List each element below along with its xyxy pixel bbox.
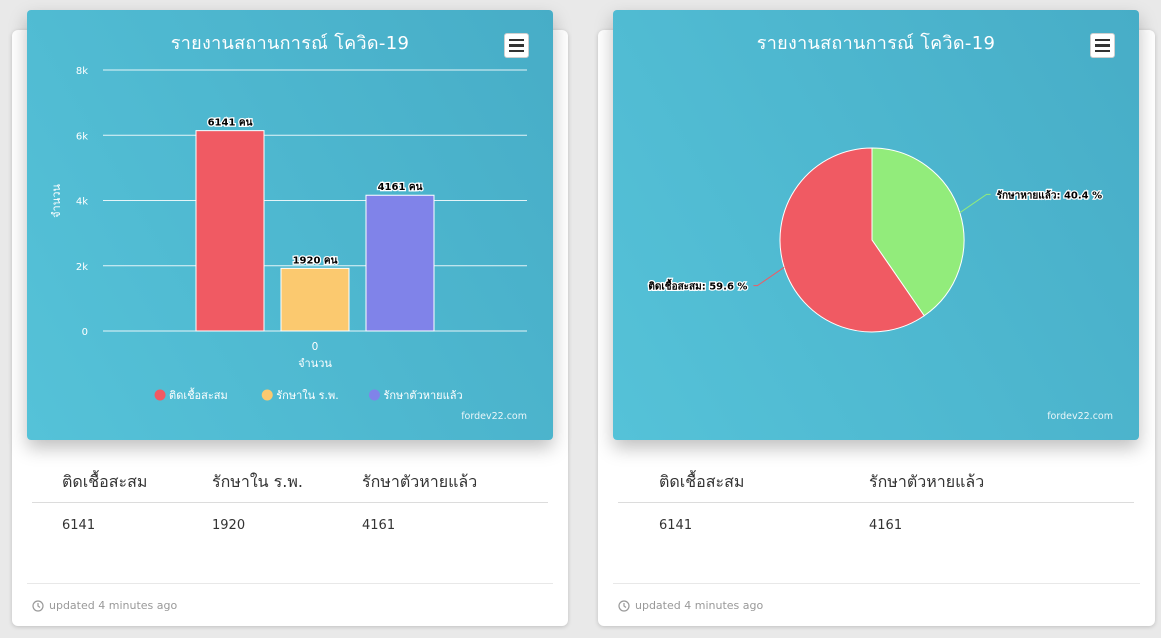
y-tick-label: 6k [76,131,88,142]
slice-connector [959,193,991,214]
clock-icon [618,600,630,612]
y-axis-label: จำนวน [50,184,63,218]
legend-item: รักษาตัวหายแล้ว [383,389,462,402]
table-row: 6141 1920 4161 [32,503,548,551]
data-label: 1920 คน [293,255,338,266]
slice-connector [753,266,785,287]
legend-marker [368,389,380,401]
pie-chart-panel: รายงานสถานการณ์ โควิด-19 รักษาหายแล้ว: 4… [613,10,1139,440]
legend-marker [154,389,166,401]
summary-table: ติดเชื้อสะสม รักษาตัวหายแล้ว 6141 4161 [618,460,1134,551]
x-tick-label: 0 [312,341,319,353]
slice-label: ติดเชื้อสะสม: 59.6 % [648,279,747,293]
chart-credit-link[interactable]: fordev22.com [1047,411,1113,422]
table-header-row: ติดเชื้อสะสม รักษาใน ร.พ. รักษาตัวหายแล้… [32,460,548,503]
table-header-cell: รักษาใน ร.พ. [212,472,303,491]
bar-chart-card: รายงานสถานการณ์ โควิด-19 0 2k 4k 6k 8k จำนวน 6… [12,10,568,626]
card-footer: updated 4 minutes ago [27,583,553,623]
legend-marker [261,389,273,401]
clock-icon [32,600,44,612]
pie-chart: รักษาหายแล้ว: 40.4 % ติดเชื้อสะสม: 59.6 % [647,147,1103,333]
table-header-cell: รักษาตัวหายแล้ว [869,472,985,491]
table-cell: 4161 [362,518,396,533]
pie-chart-card: รายงานสถานการณ์ โควิด-19 รักษาหายแล้ว: 4… [598,10,1155,626]
y-tick-label: 2k [76,262,88,273]
bar [365,194,435,332]
y-tick-label: 0 [82,327,88,338]
table-cell: 1920 [212,518,246,533]
updated-text: updated 4 minutes ago [635,599,764,612]
bar-chart-panel: รายงานสถานการณ์ โควิด-19 0 2k 4k 6k 8k จำนวน 6… [27,10,553,440]
data-label: 4161 คน [378,182,423,193]
table-cell: 6141 [659,518,693,533]
y-tick-label: 8k [76,66,88,77]
chart-credit-link[interactable]: fordev22.com [461,411,527,422]
table-header-cell: รักษาตัวหายแล้ว [362,472,478,491]
bar-chart: 0 2k 4k 6k 8k จำนวน 6141 คน 1920 คน 4161 คน 0 จำนว… [50,66,527,402]
card-footer: updated 4 minutes ago [613,583,1140,623]
legend-item: ติดเชื้อสะสม [169,387,228,402]
table-row: 6141 4161 [618,503,1134,551]
table-header-cell: ติดเชื้อสะสม [62,472,148,491]
table-header-cell: ติดเชื้อสะสม [659,472,745,491]
bar [280,267,350,332]
bar [195,130,265,332]
updated-text: updated 4 minutes ago [49,599,178,612]
table-header-row: ติดเชื้อสะสม รักษาตัวหายแล้ว [618,460,1134,503]
legend-item: รักษาใน ร.พ. [276,389,339,402]
x-axis-label: จำนวน [298,357,332,370]
table-cell: 4161 [869,518,903,533]
slice-label: รักษาหายแล้ว: 40.4 % [997,189,1103,201]
y-tick-label: 4k [76,197,88,208]
data-label: 6141 คน [208,118,253,129]
table-cell: 6141 [62,518,96,533]
summary-table: ติดเชื้อสะสม รักษาใน ร.พ. รักษาตัวหายแล้… [32,460,548,551]
